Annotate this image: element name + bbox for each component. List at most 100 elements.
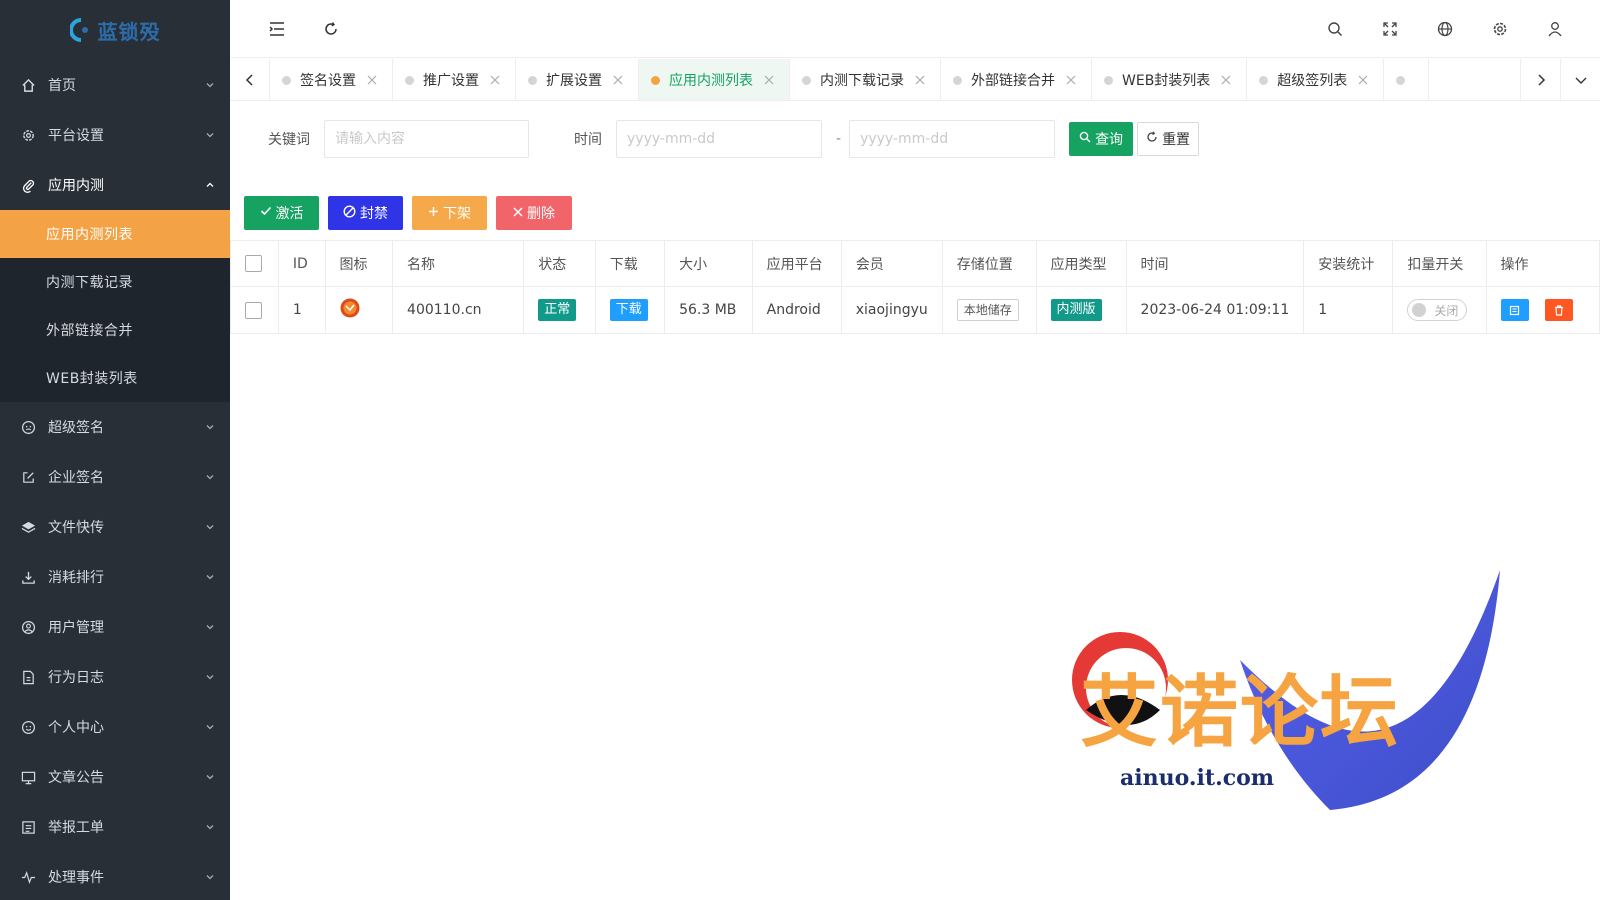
reset-button[interactable]: 重置 (1137, 122, 1200, 156)
tab-dot (1104, 76, 1113, 85)
close-icon[interactable] (1220, 74, 1232, 86)
tab-label: WEB封装列表 (1122, 72, 1211, 89)
keyword-input[interactable] (324, 120, 529, 158)
chevron-down-icon (204, 421, 216, 433)
download-button[interactable]: 下载 (609, 299, 648, 321)
sidebar-item-report-tickets[interactable]: 举报工单 (0, 802, 230, 852)
tab-web-wrap-list[interactable]: WEB封装列表 (1092, 59, 1248, 100)
sidebar-item-personal-center[interactable]: 个人中心 (0, 702, 230, 752)
type-badge: 内测版 (1050, 299, 1102, 321)
tabs-scroll-right-icon[interactable] (1520, 59, 1560, 100)
tab-super-sign-list[interactable]: 超级签列表 (1247, 59, 1385, 100)
tab-label: 推广设置 (423, 72, 479, 89)
delete-button[interactable]: 删除 (496, 196, 572, 230)
search-form: 关键词 时间 - 查询 重置 (230, 118, 1600, 160)
tab-label: 应用内测列表 (669, 72, 753, 89)
close-icon[interactable] (914, 74, 926, 86)
time-label: 时间 (574, 132, 602, 148)
close-icon (513, 205, 523, 221)
close-icon[interactable] (612, 74, 624, 86)
close-icon[interactable] (1357, 74, 1369, 86)
cell-name: 400110.cn (392, 286, 525, 334)
menu-toggle-icon[interactable] (262, 14, 292, 44)
tab-label: 超级签列表 (1277, 72, 1348, 89)
tab-app-beta-list[interactable]: 应用内测列表 (639, 59, 790, 100)
globe-icon[interactable] (1430, 14, 1460, 44)
tab-overflow[interactable] (1384, 59, 1430, 100)
tab-dot (1396, 76, 1406, 85)
gear-icon (20, 127, 36, 143)
sidebar-item-behavior-log[interactable]: 行为日志 (0, 652, 230, 702)
sidebar-item-handle-events[interactable]: 处理事件 (0, 852, 230, 900)
file-icon (20, 669, 36, 685)
chevron-down-icon (204, 129, 216, 141)
sidebar-item-enterprise-sign[interactable]: 企业签名 (0, 452, 230, 502)
select-all-checkbox[interactable] (245, 255, 262, 272)
column-header: 名称 (392, 240, 525, 287)
user-icon[interactable] (1540, 14, 1570, 44)
sidebar-subitem-beta-download-records[interactable]: 内测下载记录 (0, 258, 230, 306)
edit-button[interactable] (1500, 299, 1529, 321)
select-all-cell (230, 240, 279, 287)
column-header: 安装统计 (1303, 240, 1394, 287)
sidebar-item-home[interactable]: 首页 (0, 60, 230, 110)
close-icon[interactable] (489, 74, 501, 86)
unlist-button-label: 下架 (443, 206, 471, 222)
unlist-button[interactable]: 下架 (412, 196, 487, 230)
start-date-input[interactable] (616, 120, 822, 158)
sidebar-item-label: 行为日志 (48, 670, 104, 686)
search-icon[interactable] (1320, 14, 1350, 44)
watermark-swoosh (1072, 570, 1500, 810)
refresh-icon[interactable] (316, 14, 346, 44)
logo: 蓝锁殁 (0, 0, 230, 60)
query-button[interactable]: 查询 (1069, 122, 1134, 156)
sidebar-item-label: 用户管理 (48, 620, 104, 636)
sidebar-item-platform-settings[interactable]: 平台设置 (0, 110, 230, 160)
activate-button[interactable]: 激活 (244, 196, 319, 230)
sidebar-subitem-web-wrap-list[interactable]: WEB封装列表 (0, 354, 230, 402)
logo-text: 蓝锁殁 (97, 19, 161, 44)
fullscreen-icon[interactable] (1375, 14, 1405, 44)
sidebar-item-file-transfer[interactable]: 文件快传 (0, 502, 230, 552)
close-icon[interactable] (366, 74, 378, 86)
column-header: 存储位置 (941, 240, 1037, 287)
cell-id: 1 (277, 286, 326, 334)
column-header: 时间 (1125, 240, 1305, 287)
sidebar-item-consumption-ranking[interactable]: 消耗排行 (0, 552, 230, 602)
sidebar-item-user-management[interactable]: 用户管理 (0, 602, 230, 652)
ban-button[interactable]: 封禁 (328, 196, 403, 230)
tab-beta-download-records[interactable]: 内测下载记录 (790, 59, 941, 100)
tab-external-link-merge[interactable]: 外部链接合并 (941, 59, 1092, 100)
tab-extension-settings[interactable]: 扩展设置 (516, 59, 639, 100)
sidebar-item-app-beta[interactable]: 应用内测 (0, 160, 230, 210)
tab-signature-settings[interactable]: 签名设置 (270, 59, 393, 100)
close-icon[interactable] (763, 74, 775, 86)
cell-type: 内测版 (1035, 286, 1127, 334)
trash-icon[interactable] (1545, 299, 1573, 321)
row-checkbox[interactable] (245, 301, 262, 319)
sidebar-item-label: 文章公告 (48, 770, 104, 786)
tab-promotion-settings[interactable]: 推广设置 (393, 59, 516, 100)
sidebar-subitem-external-link-merge[interactable]: 外部链接合并 (0, 306, 230, 354)
tabs-bar: 签名设置 推广设置 扩展设置 应用内测列表 内测下载记录 外部链接合并 WEB封… (230, 59, 1600, 101)
end-date-input[interactable] (849, 120, 1056, 158)
watermark-url: ainuo.it.com (1120, 765, 1275, 791)
row-select-cell (230, 286, 279, 334)
close-icon[interactable] (1065, 74, 1077, 86)
home-icon (20, 77, 36, 93)
sidebar-item-label: 消耗排行 (48, 570, 104, 586)
gear-icon[interactable] (1485, 14, 1515, 44)
watermark: 艾诺论坛 ainuo.it.com (1060, 570, 1540, 830)
column-header: 应用类型 (1035, 240, 1127, 287)
sidebar-item-label: 平台设置 (48, 128, 104, 144)
tabs-dropdown-icon[interactable] (1560, 59, 1600, 100)
sidebar-subitem-app-beta-list[interactable]: 应用内测列表 (0, 210, 230, 258)
chevron-down-icon (204, 571, 216, 583)
tabs-scroll-left-icon[interactable] (230, 59, 270, 100)
table-header-row: ID 图标 名称 状态 下载 大小 应用平台 会员 存储位置 应用类型 时间 安… (230, 240, 1600, 287)
cell-size: 56.3 MB (664, 286, 753, 334)
query-button-label: 查询 (1095, 132, 1124, 148)
sidebar-item-super-sign[interactable]: 超级签名 (0, 402, 230, 452)
sidebar-item-announcements[interactable]: 文章公告 (0, 752, 230, 802)
deduct-toggle[interactable]: 关闭 (1407, 299, 1468, 321)
